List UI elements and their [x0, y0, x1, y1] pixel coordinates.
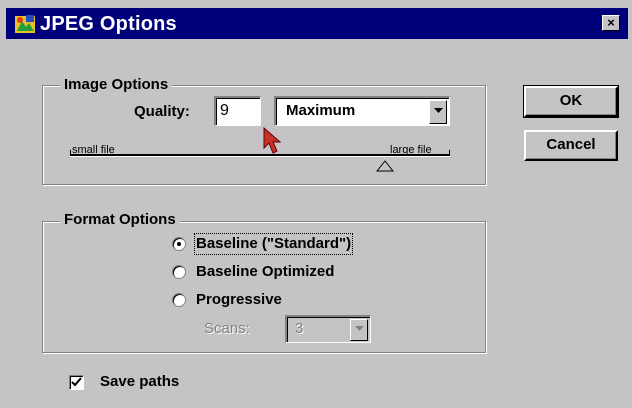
mouse-pointer-icon: [263, 126, 282, 154]
chevron-down-icon: [355, 326, 364, 331]
quality-label: Quality:: [134, 103, 190, 120]
progressive-label[interactable]: Progressive: [196, 291, 282, 309]
chevron-down-icon: [434, 108, 443, 113]
jpeg-options-dialog: JPEG Options × Image Options Quality: 9 …: [0, 0, 632, 408]
quality-input[interactable]: 9: [214, 96, 261, 126]
triangle-up-icon[interactable]: [376, 160, 395, 172]
photoshop-app-icon: [15, 15, 35, 33]
save-paths-label[interactable]: Save paths: [100, 373, 179, 391]
title-bar[interactable]: JPEG Options ×: [6, 8, 628, 39]
quality-preset-value: Maximum: [286, 102, 356, 119]
radio-baseline-standard[interactable]: [172, 237, 186, 251]
format-options-legend: Format Options: [60, 211, 180, 229]
image-options-legend: Image Options: [60, 76, 173, 94]
scans-label: Scans:: [204, 320, 250, 337]
baseline-optimized-label[interactable]: Baseline Optimized: [196, 263, 334, 281]
radio-selected-dot: [177, 242, 181, 246]
quality-slider-track[interactable]: [70, 154, 450, 157]
ok-button[interactable]: OK: [523, 85, 619, 118]
scans-dropdown-button[interactable]: [350, 319, 368, 341]
checkmark-icon: [71, 377, 82, 387]
quality-preset-dropdown-button[interactable]: [429, 100, 447, 124]
slider-max-tick: [449, 150, 450, 156]
window-title: JPEG Options: [40, 13, 177, 35]
close-button[interactable]: ×: [602, 15, 620, 31]
save-paths-checkbox[interactable]: [69, 375, 84, 390]
close-icon: ×: [607, 15, 615, 30]
baseline-standard-label[interactable]: Baseline ("Standard"): [193, 233, 354, 255]
quality-preset-select[interactable]: Maximum: [274, 96, 450, 126]
radio-progressive[interactable]: [172, 293, 186, 307]
scans-value: 3: [295, 320, 304, 337]
cancel-button[interactable]: Cancel: [524, 130, 618, 161]
slider-min-tick: [70, 150, 71, 156]
radio-baseline-optimized[interactable]: [172, 265, 186, 279]
scans-select[interactable]: 3: [285, 315, 371, 343]
